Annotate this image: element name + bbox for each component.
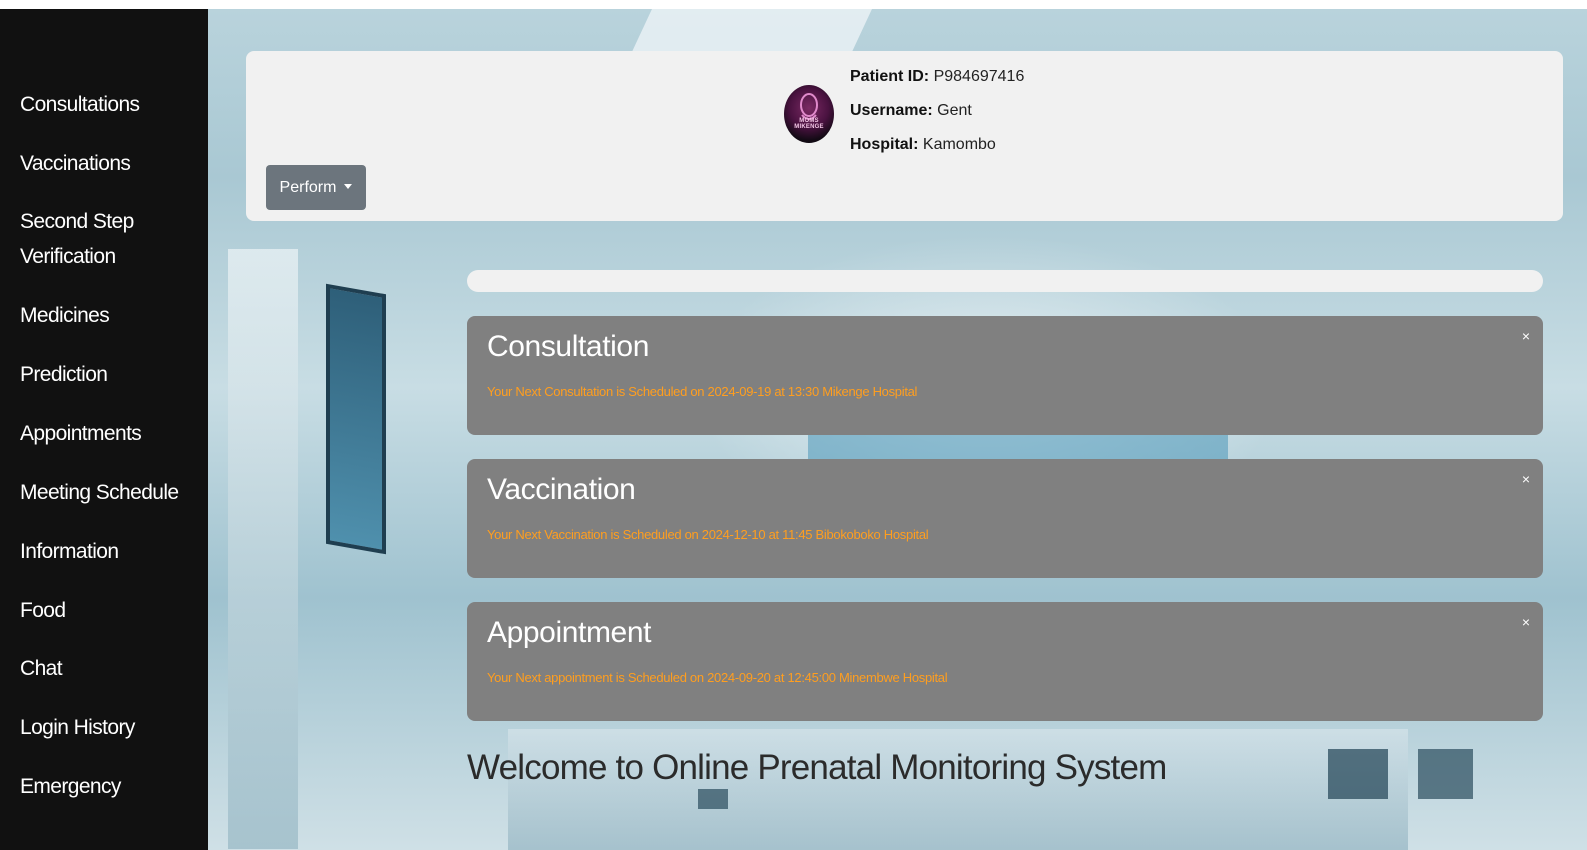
alert-title: Vaccination bbox=[487, 473, 636, 506]
patient-id-line: Patient ID: P984697416 bbox=[850, 67, 1024, 87]
sidebar-item-chat[interactable]: Chat bbox=[20, 651, 200, 686]
caret-down-icon bbox=[344, 184, 353, 189]
alert-title: Consultation bbox=[487, 330, 649, 363]
username-value: Gent bbox=[937, 102, 972, 119]
logo-icon bbox=[800, 93, 818, 120]
sidebar-item-emergency[interactable]: Emergency bbox=[20, 769, 200, 804]
avatar: MOMS MIKENGE bbox=[784, 85, 834, 143]
alert-title: Appointment bbox=[487, 616, 652, 649]
sidebar-item-food[interactable]: Food bbox=[20, 593, 200, 628]
alert-message: Your Next appointment is Scheduled on 20… bbox=[487, 670, 948, 685]
sidebar-item-information[interactable]: Information bbox=[20, 534, 200, 569]
sidebar-item-second-step-verification[interactable]: Second Step Verification bbox=[20, 204, 170, 274]
hospital-value: Kamombo bbox=[922, 136, 996, 153]
background-wall-frame bbox=[326, 283, 386, 555]
hospital-line: Hospital: Kamombo bbox=[850, 135, 996, 155]
patient-id-label: Patient ID: bbox=[850, 68, 930, 85]
sidebar: Consultations Vaccinations Second Step V… bbox=[0, 9, 208, 850]
background-equipment bbox=[1418, 749, 1473, 799]
patient-id-value: P984697416 bbox=[933, 68, 1025, 85]
username-line: Username: Gent bbox=[850, 101, 972, 121]
appointment-alert: Appointment Your Next appointment is Sch… bbox=[467, 602, 1543, 721]
perform-dropdown-button[interactable]: Perform bbox=[266, 165, 366, 210]
background-equipment bbox=[698, 789, 728, 809]
sidebar-item-consultations[interactable]: Consultations bbox=[20, 87, 200, 122]
close-icon[interactable]: × bbox=[1519, 614, 1533, 630]
alert-message: Your Next Vaccination is Scheduled on 20… bbox=[487, 527, 929, 542]
background-equipment bbox=[1328, 749, 1388, 799]
username-label: Username: bbox=[850, 102, 933, 119]
consultation-alert: Consultation Your Next Consultation is S… bbox=[467, 316, 1543, 435]
sidebar-item-login-history[interactable]: Login History bbox=[20, 710, 200, 745]
sidebar-item-meeting-schedule[interactable]: Meeting Schedule bbox=[20, 475, 200, 510]
sidebar-item-medicines[interactable]: Medicines bbox=[20, 298, 200, 333]
avatar-logo-text: MOMS MIKENGE bbox=[794, 118, 824, 130]
vaccination-alert: Vaccination Your Next Vaccination is Sch… bbox=[467, 459, 1543, 578]
patient-header-card: MOMS MIKENGE Patient ID: P984697416 User… bbox=[246, 51, 1563, 221]
hospital-label: Hospital: bbox=[850, 136, 919, 153]
sidebar-item-vaccinations[interactable]: Vaccinations bbox=[20, 146, 200, 181]
progress-bar bbox=[467, 270, 1543, 292]
close-icon[interactable]: × bbox=[1519, 471, 1533, 487]
sidebar-item-appointments[interactable]: Appointments bbox=[20, 416, 200, 451]
sidebar-item-prediction[interactable]: Prediction bbox=[20, 357, 200, 392]
background-pillar bbox=[228, 249, 298, 849]
welcome-heading: Welcome to Online Prenatal Monitoring Sy… bbox=[467, 748, 1167, 787]
perform-button-label: Perform bbox=[279, 179, 337, 196]
close-icon[interactable]: × bbox=[1519, 328, 1533, 344]
alert-message: Your Next Consultation is Scheduled on 2… bbox=[487, 384, 918, 399]
